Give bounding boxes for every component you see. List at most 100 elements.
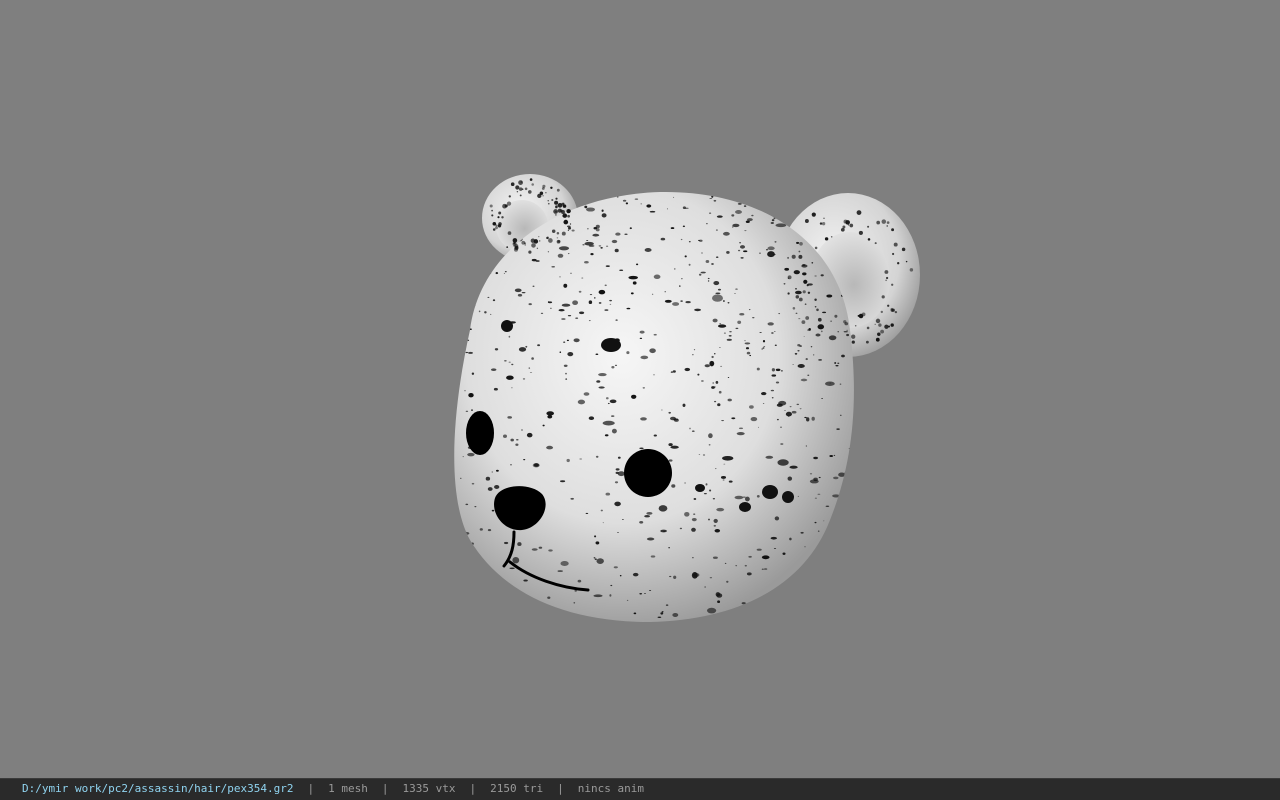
speckle-dot [609, 303, 612, 305]
speckle-dot [517, 293, 523, 297]
speckle-dot [556, 232, 560, 235]
speckle-dot [556, 188, 560, 192]
speckle-dot [529, 372, 533, 373]
speckle-dot [712, 498, 716, 500]
speckle-dot [598, 386, 605, 389]
speckle-dot [880, 329, 885, 334]
speckle-dot [673, 418, 679, 423]
speckle-dot [558, 246, 570, 251]
speckle-dot [513, 247, 519, 252]
speckle-dot [529, 178, 533, 181]
speckle-dot [523, 579, 528, 582]
speckle-dot [487, 529, 492, 532]
speckle-dot [561, 231, 566, 236]
speckle-dot [635, 263, 639, 266]
speckle-dot [801, 264, 808, 268]
speckle-dot [468, 328, 472, 331]
speckle-dot [756, 367, 760, 371]
speckle-dot [535, 259, 540, 263]
speckle-dot [787, 292, 790, 295]
speckle-dot [578, 290, 582, 293]
speckle-dot [492, 228, 496, 231]
speckle-dot [771, 331, 774, 335]
speckle-dot [706, 223, 708, 225]
speckle-dot [886, 221, 890, 224]
speckle-dot [540, 312, 544, 314]
speckle-dot [561, 303, 571, 307]
speckle-dot [492, 299, 496, 302]
speckle-dot [761, 568, 764, 570]
speckle-dot [820, 330, 823, 333]
speckle-dot [494, 348, 499, 351]
speckle-dot [729, 331, 732, 333]
speckle-dot [809, 479, 819, 484]
speckle-dot [532, 463, 540, 468]
speckle-dot [897, 262, 900, 265]
speckle-dot [528, 303, 532, 306]
speckle-dot [704, 364, 710, 368]
speckle-dot [774, 331, 776, 333]
speckle-dot [626, 599, 629, 601]
speckle-dot [587, 228, 589, 230]
speckle-dot [888, 325, 890, 328]
speckle-dot [605, 397, 609, 400]
speckle-dot [813, 456, 818, 460]
speckle-dot [501, 320, 513, 332]
speckle-dot [843, 331, 848, 333]
speckle-dot [609, 299, 613, 302]
speckle-dot [479, 528, 483, 531]
speckle-dot [814, 298, 817, 302]
speckle-dot [815, 574, 823, 579]
speckle-dot [542, 424, 545, 427]
speckle-dot [680, 238, 683, 241]
speckle-dot [594, 558, 597, 561]
speckle-dot [672, 302, 680, 306]
speckle-dot [671, 484, 676, 488]
speckle-dot [557, 570, 563, 573]
speckle-dot [668, 547, 670, 549]
speckle-dot [586, 207, 595, 212]
speckle-dot [807, 374, 810, 377]
speckle-dot [713, 518, 718, 523]
speckle-dot [468, 617, 471, 619]
speckle-dot [485, 606, 489, 609]
speckle-dot [477, 579, 481, 583]
speckle-dot [469, 598, 473, 602]
speckle-dot [765, 249, 769, 251]
speckle-dot [468, 393, 474, 398]
speckle-dot [514, 623, 516, 624]
speckle-dot [780, 370, 783, 372]
speckle-dot [843, 534, 848, 539]
speckle-dot [851, 334, 856, 339]
speckle-dot [672, 612, 679, 618]
speckle-dot [805, 623, 807, 625]
speckle-dot [556, 239, 561, 244]
mesh-count-label: 1 mesh [328, 782, 368, 795]
speckle-dot [547, 251, 550, 253]
speckle-dot [567, 315, 572, 317]
speckle-dot [491, 509, 495, 512]
speckle-dot [465, 351, 469, 354]
speckle-dot [682, 225, 686, 228]
speckle-dot [881, 219, 887, 224]
speckle-dot [841, 354, 845, 358]
speckle-dot [797, 344, 801, 347]
speckle-dot [570, 497, 574, 500]
speckle-dot [823, 217, 825, 219]
speckle-dot [732, 223, 740, 228]
speckle-dot [563, 283, 568, 288]
speckle-dot [731, 226, 734, 228]
speckle-dot [615, 232, 621, 236]
animation-status-label: nincs anim [577, 782, 644, 795]
bear-head-model[interactable] [0, 0, 1280, 778]
speckle-dot [789, 405, 792, 408]
speckle-dot [495, 226, 498, 230]
3d-viewport[interactable] [0, 0, 1280, 778]
speckle-dot [679, 285, 681, 287]
speckle-dot [531, 548, 538, 551]
speckle-dot [567, 214, 570, 218]
speckle-dot [766, 202, 774, 207]
speckle-dot [491, 209, 493, 212]
speckle-dot [609, 594, 612, 597]
speckle-dot [549, 307, 552, 309]
